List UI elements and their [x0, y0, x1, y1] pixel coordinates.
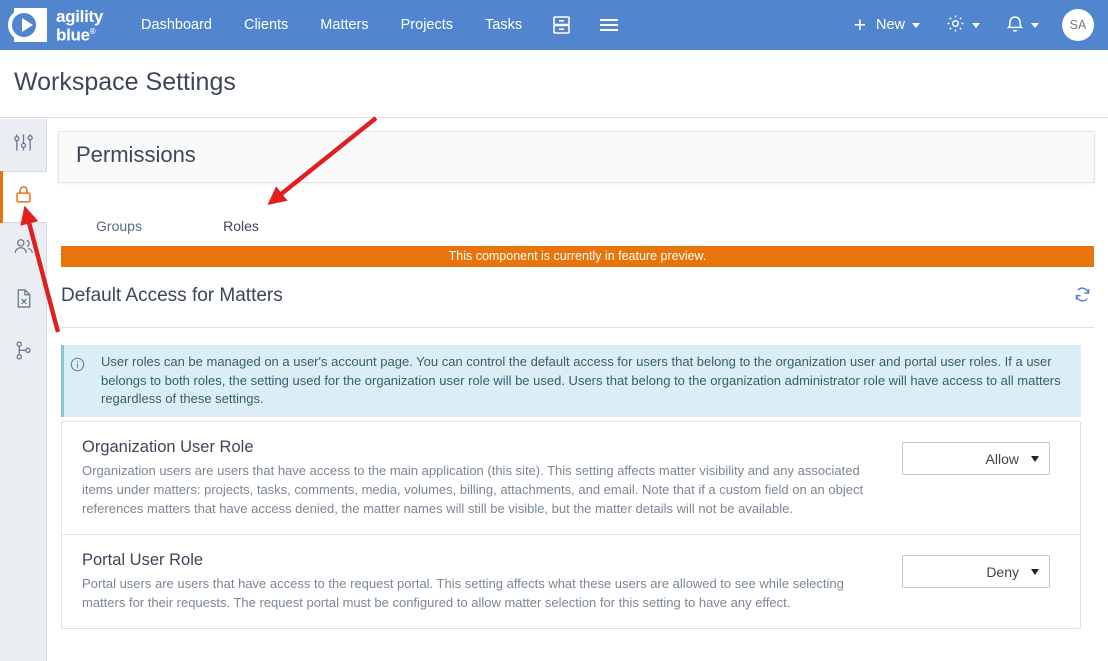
- panel-heading: Permissions: [76, 142, 196, 167]
- info-circle-icon: [70, 357, 85, 377]
- gear-icon: [946, 14, 965, 37]
- nav-dashboard[interactable]: Dashboard: [125, 0, 228, 50]
- refresh-icon[interactable]: [1070, 282, 1094, 306]
- hamburger-menu-icon[interactable]: [585, 0, 633, 50]
- card-body: Portal User Role Portal users are users …: [82, 551, 902, 612]
- nav-projects[interactable]: Projects: [385, 0, 469, 50]
- top-nav-right-cluster: + New SA: [841, 9, 1108, 41]
- avatar[interactable]: SA: [1062, 9, 1094, 41]
- lock-icon: [14, 184, 33, 210]
- role-settings-list: Organization User Role Organization user…: [61, 421, 1081, 629]
- file-x-icon: [15, 288, 33, 314]
- bell-icon: [1006, 14, 1024, 37]
- info-notice-text: User roles can be managed on a user's ac…: [101, 354, 1061, 406]
- logo-wordmark: agility blue®: [56, 7, 104, 45]
- sliders-icon: [13, 132, 34, 158]
- section-header: Default Access for Matters: [61, 282, 1094, 328]
- archive-cabinet-icon[interactable]: [538, 0, 585, 50]
- organization-user-role-card: Organization User Role Organization user…: [62, 422, 1080, 534]
- nav-clients[interactable]: Clients: [228, 0, 304, 50]
- portal-user-role-card: Portal User Role Portal users are users …: [62, 534, 1080, 628]
- organization-user-role-select[interactable]: Allow: [902, 442, 1050, 475]
- card-control: Allow: [902, 438, 1050, 518]
- chevron-down-icon: [912, 22, 920, 28]
- nav-matters[interactable]: Matters: [304, 0, 384, 50]
- top-navigation-bar: agility blue® Dashboard Clients Matters …: [0, 0, 1108, 50]
- page-title: Workspace Settings: [14, 68, 236, 96]
- new-button[interactable]: + New: [841, 15, 933, 36]
- logo-line-2: blue: [56, 25, 90, 45]
- chevron-down-icon: [1031, 455, 1039, 462]
- chevron-down-icon: [1031, 22, 1039, 28]
- sidebar-item-exclusions[interactable]: [0, 275, 47, 327]
- branch-icon: [14, 340, 33, 366]
- chevron-down-icon: [1031, 568, 1039, 575]
- settings-menu-button[interactable]: [933, 14, 993, 37]
- nav-tasks[interactable]: Tasks: [469, 0, 538, 50]
- people-icon: [13, 236, 35, 262]
- settings-sidebar: [0, 119, 47, 661]
- card-title: Organization User Role: [82, 438, 254, 456]
- plus-icon: +: [853, 13, 866, 37]
- main-content: Permissions Groups Roles This component …: [47, 119, 1108, 661]
- sidebar-item-general-settings[interactable]: [0, 119, 47, 171]
- card-body: Organization User Role Organization user…: [82, 438, 902, 518]
- card-control: Deny: [902, 551, 1050, 612]
- chevron-down-icon: [972, 22, 980, 28]
- app-logo[interactable]: agility blue®: [8, 0, 103, 50]
- select-value: Deny: [986, 563, 1019, 580]
- feature-preview-banner: This component is currently in feature p…: [61, 246, 1094, 267]
- sidebar-item-users[interactable]: [0, 223, 47, 275]
- permissions-panel-header: Permissions: [58, 131, 1095, 183]
- notifications-button[interactable]: [993, 14, 1052, 37]
- info-notice: User roles can be managed on a user's ac…: [61, 345, 1081, 417]
- section-title: Default Access for Matters: [61, 285, 283, 306]
- card-description: Organization users are users that have a…: [82, 463, 864, 516]
- card-description: Portal users are users that have access …: [82, 576, 844, 610]
- portal-user-role-select[interactable]: Deny: [902, 555, 1050, 588]
- page-title-bar: Workspace Settings: [0, 50, 1108, 118]
- select-value: Allow: [985, 450, 1019, 467]
- new-button-label: New: [875, 17, 905, 33]
- card-title: Portal User Role: [82, 551, 204, 569]
- sidebar-item-permissions[interactable]: [0, 171, 47, 223]
- play-circle-logo-icon: [8, 6, 50, 44]
- sidebar-item-workflows[interactable]: [0, 327, 47, 379]
